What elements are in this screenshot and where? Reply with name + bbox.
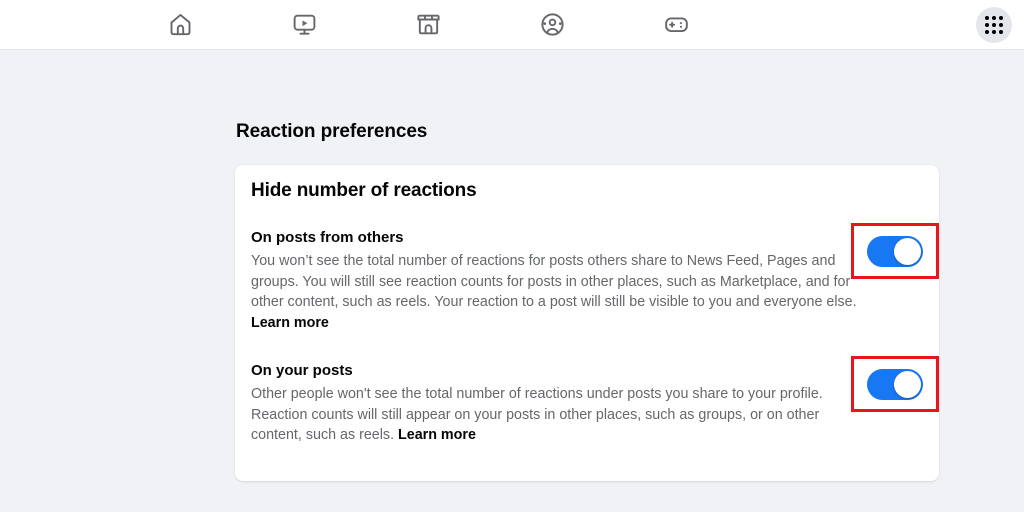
card-title: Hide number of reactions bbox=[251, 180, 477, 201]
nav-item-home[interactable] bbox=[118, 1, 242, 49]
toggle-on-posts-from-others[interactable] bbox=[867, 235, 923, 267]
learn-more-link[interactable]: Learn more bbox=[251, 315, 329, 331]
setting-text-block: On posts from others You won’t see the t… bbox=[251, 228, 859, 333]
grid-menu-icon bbox=[985, 16, 1003, 34]
setting-text-block: On your posts Other people won't see the… bbox=[251, 361, 859, 446]
nav-item-video[interactable] bbox=[242, 1, 366, 49]
nav-item-groups[interactable] bbox=[490, 1, 614, 49]
description-text: You won’t see the total number of reacti… bbox=[251, 253, 857, 311]
highlight-box-toggle-on-posts-from-others bbox=[851, 223, 939, 279]
reaction-preferences-card: Hide number of reactions On posts from o… bbox=[235, 165, 939, 481]
learn-more-link[interactable]: Learn more bbox=[398, 427, 476, 443]
video-icon bbox=[291, 11, 318, 38]
setting-description: You won’t see the total number of reacti… bbox=[251, 251, 859, 333]
marketplace-icon bbox=[415, 11, 442, 38]
top-navigation-bar bbox=[0, 0, 1024, 50]
highlight-box-toggle-on-your-posts bbox=[851, 356, 939, 412]
setting-label: On your posts bbox=[251, 362, 353, 379]
setting-label: On posts from others bbox=[251, 229, 404, 246]
page-title: Reaction preferences bbox=[236, 121, 428, 142]
home-icon bbox=[167, 11, 194, 38]
toggle-knob bbox=[894, 370, 921, 398]
main-content: Reaction preferences Hide number of reac… bbox=[0, 50, 1024, 512]
nav-item-gaming[interactable] bbox=[614, 1, 738, 49]
toggle-knob bbox=[894, 237, 921, 265]
nav-item-marketplace[interactable] bbox=[366, 1, 490, 49]
toggle-on-your-posts[interactable] bbox=[867, 368, 923, 400]
nav-icon-group bbox=[118, 1, 738, 49]
setting-description: Other people won't see the total number … bbox=[251, 384, 859, 446]
description-text: Other people won't see the total number … bbox=[251, 386, 823, 444]
grid-menu-button[interactable] bbox=[976, 7, 1012, 43]
gaming-icon bbox=[663, 11, 690, 38]
groups-icon bbox=[539, 11, 566, 38]
